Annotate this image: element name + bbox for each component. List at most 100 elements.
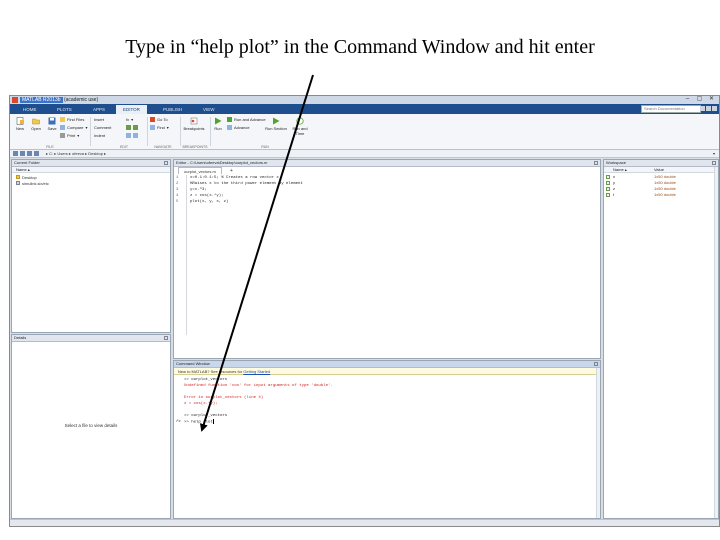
command-window-output[interactable]: >> ourplot_vectors Undefined function 'c… — [174, 377, 600, 425]
workspace-value-column[interactable]: Value — [654, 167, 664, 172]
compare-button[interactable]: Compare ▾ — [60, 125, 87, 130]
new-button[interactable]: New — [13, 117, 27, 131]
tab-publish[interactable]: PUBLISH — [156, 105, 189, 114]
details-panel: Details Select a file to view details — [11, 334, 171, 519]
tab-editor[interactable]: EDITOR — [116, 105, 147, 114]
new-tab-button[interactable]: + — [230, 168, 233, 174]
workspace-title: Workspace — [606, 160, 626, 165]
getting-started-link[interactable]: Getting Started — [243, 369, 270, 374]
details-header: Details — [12, 335, 170, 342]
variable-icon — [606, 187, 610, 191]
table-row[interactable]: t 1x50 double — [604, 192, 718, 198]
tab-home[interactable]: HOME — [16, 105, 44, 114]
run-section-label: Run Section — [265, 126, 287, 131]
address-path[interactable]: ▸ C: ▸ Users ▸ ofeeva ▸ Desktop ▸ — [46, 151, 106, 156]
save-disk-icon — [48, 117, 56, 125]
panel-menu-icon[interactable] — [594, 362, 598, 366]
open-button[interactable]: Open — [29, 117, 43, 131]
nav-buttons — [13, 151, 39, 156]
breakpoints-icon — [190, 117, 198, 125]
title-bar: MATLAB R2013b (academic use) – ▢ ✕ — [10, 96, 719, 104]
list-item[interactable]: simulink.slx/etc — [12, 180, 170, 186]
back-arrow-icon[interactable] — [13, 151, 18, 156]
text-cursor — [212, 419, 214, 424]
find-button[interactable]: Find ▾ — [150, 125, 169, 130]
command-window-scrollbar[interactable] — [596, 368, 600, 518]
editor-file-tab[interactable]: ourplot_vectors.m — [178, 167, 222, 174]
up-folder-icon[interactable] — [27, 151, 32, 156]
run-and-time-button[interactable]: Run and Time — [290, 117, 310, 136]
workspace-scrollbar[interactable] — [714, 167, 718, 518]
new-label: New — [15, 126, 24, 131]
panel-menu-icon[interactable] — [712, 161, 716, 165]
find-files-icon — [60, 117, 65, 122]
panel-menu-icon[interactable] — [164, 161, 168, 165]
find-label: Find — [157, 125, 165, 130]
run-section-icon — [273, 117, 280, 125]
details-message: Select a file to view details — [64, 423, 118, 428]
current-folder-name-column[interactable]: Name ▴ — [12, 167, 170, 173]
run-and-advance-button[interactable]: Run and Advance — [227, 117, 266, 122]
tab-apps[interactable]: APPS — [86, 105, 112, 114]
folder-item-label: Desktop — [22, 174, 37, 180]
advance-icon — [227, 125, 232, 130]
run-section-button[interactable]: Run Section — [264, 117, 288, 131]
file-icon — [16, 181, 20, 185]
uncomment-icon — [133, 125, 138, 130]
run-and-time-label: Run and Time — [292, 126, 308, 136]
quick-access-toolbar — [700, 106, 717, 111]
browse-folder-icon[interactable] — [34, 151, 39, 156]
run-button[interactable]: Run — [212, 117, 224, 131]
line-number: 5 — [176, 200, 179, 204]
go-to-label: Go To — [157, 117, 168, 122]
folder-icon — [16, 175, 20, 179]
ribbon-separator — [180, 117, 181, 146]
close-button[interactable]: ✕ — [707, 96, 716, 103]
breakpoints-label: Breakpoints — [183, 126, 205, 131]
insert-button[interactable]: Insert — [94, 117, 104, 122]
matlab-window: MATLAB R2013b (academic use) – ▢ ✕ HOME … — [9, 95, 720, 527]
new-file-icon — [16, 117, 24, 125]
advance-button[interactable]: Advance — [227, 125, 250, 130]
maximize-button[interactable]: ▢ — [695, 96, 704, 103]
workspace-name-column[interactable]: Name ▴ — [613, 167, 627, 172]
save-button[interactable]: Save — [45, 117, 59, 131]
variable-icon — [606, 181, 610, 185]
tab-plots[interactable]: PLOTS — [50, 105, 79, 114]
save-quick-icon[interactable] — [700, 106, 705, 111]
file-item-label: simulink.slx/etc — [22, 180, 49, 186]
fx-insert-icon[interactable]: fx ▾ — [126, 117, 133, 122]
minimize-button[interactable]: – — [683, 96, 692, 103]
panel-menu-icon[interactable] — [164, 336, 168, 340]
group-breakpoints-label: BREAKPOINTS — [182, 145, 208, 149]
panel-menu-icon[interactable] — [594, 161, 598, 165]
editor-title: Editor - C:\Users\ofeeva\Desktop\ourplot… — [176, 160, 268, 165]
command-prompt-line[interactable]: fx >> help plot — [174, 419, 600, 425]
matlab-logo-icon — [12, 97, 18, 103]
help-quick-icon[interactable] — [712, 106, 717, 111]
forward-arrow-icon[interactable] — [20, 151, 25, 156]
ribbon-tab-bar: HOME PLOTS APPS EDITOR PUBLISH VIEW Sear… — [10, 104, 719, 114]
current-folder-address-bar: ▸ C: ▸ Users ▸ ofeeva ▸ Desktop ▸ ▾ — [10, 150, 719, 158]
command-input[interactable]: >> help plot — [184, 421, 213, 425]
address-dropdown-icon[interactable]: ▾ — [713, 151, 715, 156]
fx-icon[interactable]: fx — [176, 419, 181, 425]
tab-view[interactable]: VIEW — [196, 105, 222, 114]
current-folder-header: Current Folder — [12, 160, 170, 167]
group-run-label: RUN — [261, 145, 269, 149]
comment-icon — [126, 125, 131, 130]
indent-button[interactable]: Indent — [94, 133, 105, 138]
variable-icon — [606, 193, 610, 197]
comment-button[interactable]: Comment — [94, 125, 111, 130]
editor-code[interactable]: 1 x=0.1:0.1:5; % Creates a row vector x 2… — [174, 175, 600, 205]
status-bar — [10, 519, 719, 526]
window-title-doc: (academic use) — [63, 97, 99, 103]
go-to-button[interactable]: Go To — [150, 117, 168, 122]
indent-icons[interactable] — [126, 133, 138, 138]
breakpoints-button[interactable]: Breakpoints — [182, 117, 206, 131]
find-files-button[interactable]: Find Files — [60, 117, 84, 122]
comment-icons[interactable] — [126, 125, 138, 130]
undo-quick-icon[interactable] — [706, 106, 711, 111]
print-button[interactable]: Print ▾ — [60, 133, 79, 138]
search-documentation-input[interactable]: Search Documentation — [641, 105, 701, 113]
